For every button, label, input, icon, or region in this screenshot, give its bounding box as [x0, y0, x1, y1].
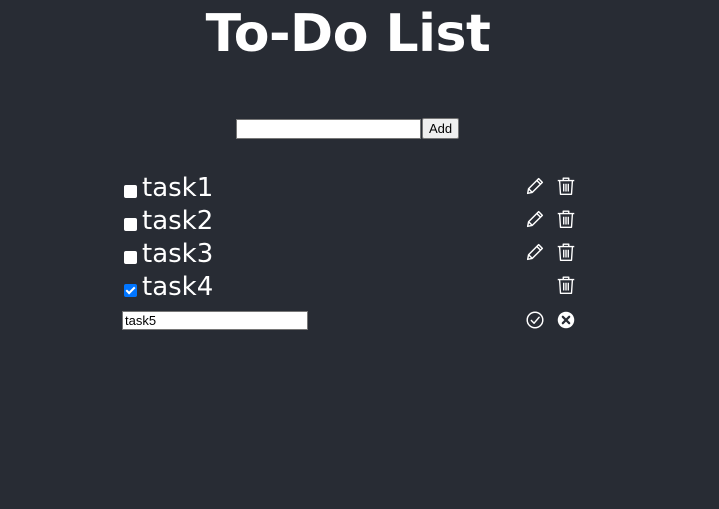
task-label: task2 — [142, 206, 214, 236]
task-label: task4 — [142, 272, 214, 302]
trash-icon[interactable] — [555, 274, 577, 296]
trash-icon[interactable] — [555, 241, 577, 263]
todo-app: To-Do List Add task1 task2 task3 task4 t… — [0, 0, 719, 509]
pencil-icon[interactable] — [524, 175, 546, 197]
task-label: task1 — [142, 173, 214, 203]
task-label: task3 — [142, 239, 214, 269]
add-task-form: Add — [236, 118, 460, 139]
trash-icon[interactable] — [555, 175, 577, 197]
page-title: To-Do List — [205, 4, 491, 64]
edit-task-input[interactable] — [122, 311, 308, 330]
x-circle-icon[interactable] — [555, 309, 577, 331]
task-item: task1 — [124, 173, 584, 205]
task-checkbox-checked[interactable] — [124, 284, 137, 297]
task-item-editing — [122, 309, 584, 339]
task-checkbox[interactable] — [124, 251, 137, 264]
task-item: task3 — [124, 239, 584, 271]
new-task-input[interactable] — [236, 118, 421, 139]
task-item: task2 — [124, 206, 584, 238]
pencil-icon[interactable] — [524, 208, 546, 230]
task-checkbox[interactable] — [124, 218, 137, 231]
task-item: task4 — [124, 272, 584, 304]
add-button[interactable]: Add — [422, 118, 460, 139]
trash-icon[interactable] — [555, 208, 577, 230]
check-circle-icon[interactable] — [524, 309, 546, 331]
pencil-icon[interactable] — [524, 241, 546, 263]
task-checkbox[interactable] — [124, 185, 137, 198]
